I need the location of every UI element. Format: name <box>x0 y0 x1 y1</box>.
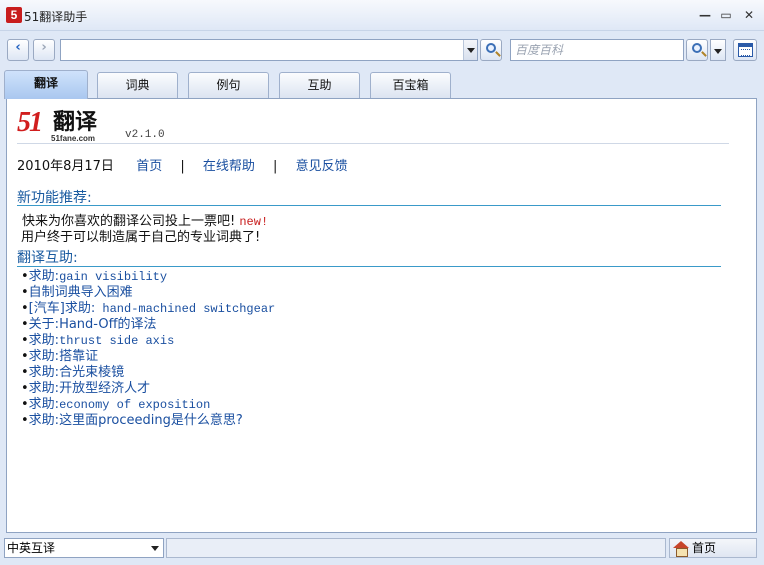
feature-text: 用户终于可以制造属于自己的专业词典了! <box>21 230 261 245</box>
help-item[interactable]: •求助:开放型经济人才 <box>21 381 275 397</box>
help-text: gain visibility <box>59 270 168 284</box>
content-panel: 51 翻译 51fane.com v2.1.0 2010年8月17日 首页 | … <box>6 98 757 533</box>
help-text: 开放型经济人才 <box>59 381 151 396</box>
header-divider <box>17 143 729 144</box>
help-text: hand-machined switchgear <box>95 302 276 316</box>
mutual-help-title: 翻译互助: <box>17 250 78 266</box>
help-item[interactable]: •求助:thrust side axis <box>21 333 275 349</box>
status-message-area <box>166 538 666 558</box>
help-item[interactable]: •求助:gain visibility <box>21 269 275 285</box>
home-button[interactable]: 首页 <box>669 538 757 558</box>
mutual-help-rule <box>17 266 721 267</box>
maximize-button[interactable]: ▭ <box>717 6 735 24</box>
logo: 51 翻译 51fane.com <box>17 107 117 144</box>
home-button-label: 首页 <box>692 541 717 555</box>
help-text: thrust side axis <box>59 334 175 348</box>
help-item[interactable]: •求助:搭靠证 <box>21 349 275 365</box>
help-prefix: [汽车]求助: <box>28 301 96 316</box>
bullet: • <box>21 397 29 412</box>
forward-button[interactable]: › <box>33 39 55 61</box>
help-item[interactable]: •求助:这里面proceeding是什么意思? <box>21 413 275 429</box>
feature-item[interactable]: 用户终于可以制造属于自己的专业词典了! <box>21 226 260 245</box>
logo-text: 翻译 <box>53 110 98 135</box>
bullet: • <box>21 269 29 284</box>
bullet: • <box>21 301 29 316</box>
baike-dropdown-button[interactable] <box>710 39 726 61</box>
help-item[interactable]: •自制词典导入困难 <box>21 285 275 301</box>
bullet: • <box>21 365 29 380</box>
help-item[interactable]: •求助:economy of exposition <box>21 397 275 413</box>
calendar-button[interactable] <box>733 39 757 61</box>
tab-dictionary[interactable]: 词典 <box>97 72 178 98</box>
help-text: 搭靠证 <box>59 349 99 364</box>
help-item[interactable]: •求助:合光束棱镜 <box>21 365 275 381</box>
help-text: economy of exposition <box>59 398 211 412</box>
help-text: 自制词典导入困难 <box>28 285 133 300</box>
title-bar: 5 51翻译助手 — ▭ ✕ <box>0 0 764 31</box>
bullet: • <box>21 317 29 332</box>
tab-mutual-help[interactable]: 互助 <box>279 72 360 98</box>
help-text: 这里面proceeding是什么意思? <box>59 413 243 428</box>
magnifier-icon <box>692 43 702 53</box>
feedback-link[interactable]: 意见反馈 <box>296 159 348 174</box>
help-prefix: 求助: <box>28 365 60 380</box>
tab-toolbox[interactable]: 百宝箱 <box>370 72 451 98</box>
help-item[interactable]: •[汽车]求助: hand-machined switchgear <box>21 301 275 317</box>
url-dropdown-arrow-icon[interactable] <box>463 40 477 60</box>
close-button[interactable]: ✕ <box>740 6 758 24</box>
minimize-button[interactable]: — <box>696 6 714 24</box>
help-prefix: 求助: <box>28 381 60 396</box>
url-input[interactable] <box>61 40 461 60</box>
date-label: 2010年8月17日 <box>17 159 114 174</box>
bullet: • <box>21 413 29 428</box>
magnifier-icon <box>486 43 496 53</box>
baike-search-input[interactable] <box>511 40 681 60</box>
calendar-icon <box>738 43 753 57</box>
version-label: v2.1.0 <box>125 129 165 141</box>
language-direction-select[interactable]: 中英互译 <box>4 538 164 558</box>
link-separator: | <box>273 159 278 174</box>
url-combobox <box>60 39 478 61</box>
bullet: • <box>21 349 29 364</box>
search-button[interactable] <box>480 39 502 61</box>
bullet: • <box>21 381 29 396</box>
new-features-rule <box>17 205 721 206</box>
online-help-link[interactable]: 在线帮助 <box>203 159 255 174</box>
help-prefix: 求助: <box>28 269 60 284</box>
tab-examples[interactable]: 例句 <box>188 72 269 98</box>
logo-number: 51 <box>17 107 43 138</box>
date-links-row: 2010年8月17日 首页 | 在线帮助 | 意见反馈 <box>17 155 348 174</box>
help-prefix: 求助: <box>28 333 60 348</box>
help-prefix: 求助: <box>28 349 60 364</box>
toolbar: ‹ › <box>0 36 764 64</box>
baike-search-button[interactable] <box>686 39 708 61</box>
home-icon <box>673 541 689 557</box>
new-features-title: 新功能推荐: <box>17 190 92 206</box>
tab-translate[interactable]: 翻译 <box>4 70 88 99</box>
window-title: 51翻译助手 <box>24 10 88 24</box>
help-prefix: 求助: <box>28 397 60 412</box>
help-text: Hand-Off的译法 <box>59 317 157 332</box>
baike-search-box <box>510 39 684 61</box>
status-bar: 中英互译 首页 <box>0 537 764 561</box>
bullet: • <box>21 333 29 348</box>
back-button[interactable]: ‹ <box>7 39 29 61</box>
logo-subtitle: 51fane.com <box>51 134 96 143</box>
app-logo-icon: 5 <box>6 7 22 23</box>
tab-bar: 翻译 词典 例句 互助 百宝箱 <box>0 70 764 99</box>
home-link[interactable]: 首页 <box>136 159 162 174</box>
help-text: 合光束棱镜 <box>59 365 125 380</box>
help-item[interactable]: •关于:Hand-Off的译法 <box>21 317 275 333</box>
help-list: •求助:gain visibility •自制词典导入困难 •[汽车]求助: h… <box>21 269 275 429</box>
link-separator: | <box>180 159 185 174</box>
bullet: • <box>21 285 29 300</box>
help-prefix: 求助: <box>28 413 60 428</box>
help-prefix: 关于: <box>28 317 60 332</box>
